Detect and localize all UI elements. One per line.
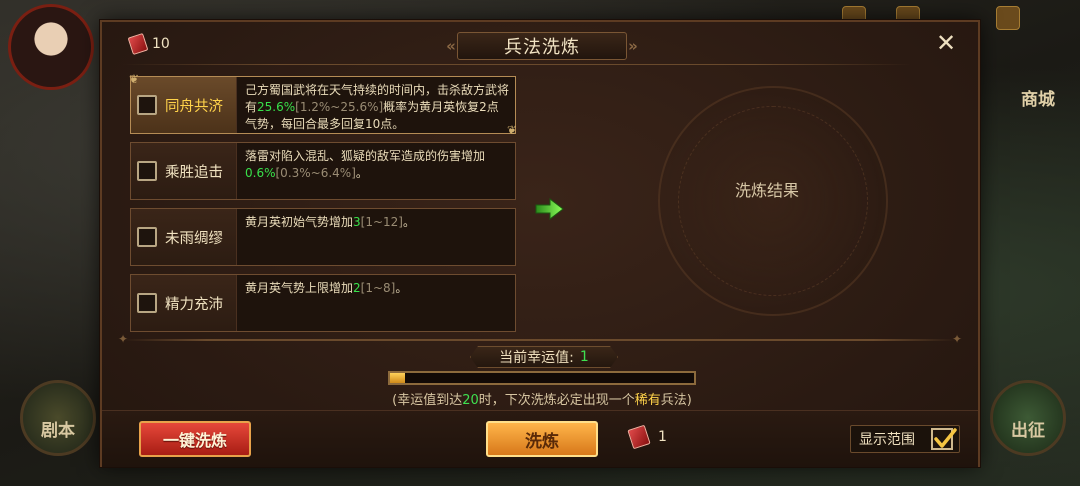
skill-name-cell: 精力充沛 bbox=[131, 275, 237, 331]
skill-description: 己方蜀国武将在天气持续的时间内，击杀敌方武将有25.6%[1.2%~25.6%]… bbox=[237, 77, 515, 133]
skill-value: 3 bbox=[353, 215, 361, 229]
title-ornament-right-icon: » bbox=[628, 37, 638, 55]
header-divider bbox=[122, 64, 912, 65]
skill-name-cell: 未雨绸缪 bbox=[131, 209, 237, 265]
refine-result-panel: 洗炼结果 bbox=[602, 78, 932, 328]
scroll-item-icon bbox=[127, 32, 149, 56]
luck-label-text: 当前幸运值: bbox=[499, 350, 574, 366]
march-button: 出征 bbox=[990, 380, 1066, 456]
scroll-count-value: 10 bbox=[152, 36, 170, 52]
dialog-title: 兵法洗炼 bbox=[457, 32, 627, 60]
skill-row[interactable]: 未雨绸缪 黄月英初始气势增加3[1~12]。 bbox=[130, 208, 516, 266]
luck-value: 1 bbox=[579, 349, 589, 365]
skill-name: 精力充沛 bbox=[165, 296, 223, 313]
skill-name: 乘胜追击 bbox=[165, 164, 223, 181]
skill-range: [1.2%~25.6%] bbox=[295, 100, 384, 114]
skill-desc-text: 。 bbox=[395, 281, 408, 295]
skill-name-cell: 同舟共济 bbox=[131, 77, 237, 133]
arrow-right-icon bbox=[535, 198, 564, 220]
skill-list: ❦ 同舟共济 己方蜀国武将在天气持续的时间内，击杀敌方武将有25.6%[1.2%… bbox=[129, 72, 517, 340]
skill-range: [0.3%~6.4%] bbox=[275, 166, 356, 180]
checkmark-icon bbox=[934, 428, 957, 448]
luck-tip-threshold: 20 bbox=[462, 393, 479, 408]
dragon-emblem-icon bbox=[658, 86, 888, 316]
cost-count: 1 bbox=[658, 429, 667, 445]
show-range-checkbox[interactable] bbox=[931, 428, 957, 450]
skill-row[interactable]: 乘胜追击 落雷对陷入混乱、狐疑的敌军造成的伤害增加 0.6%[0.3%~6.4%]… bbox=[130, 142, 516, 200]
skill-desc-text: 。 bbox=[355, 166, 368, 180]
luck-tip-text: (幸运值到达 bbox=[392, 393, 463, 408]
luck-progress-fill bbox=[390, 373, 406, 383]
skill-description: 落雷对陷入混乱、狐疑的敌军造成的伤害增加 0.6%[0.3%~6.4%]。 bbox=[237, 143, 515, 199]
show-range-label: 显示范围 bbox=[859, 432, 915, 448]
skill-lock-checkbox[interactable] bbox=[137, 161, 157, 181]
action-bar: 一键洗炼 洗炼 1 显示范围 bbox=[102, 410, 978, 467]
skill-name: 同舟共济 bbox=[165, 98, 223, 115]
scroll-counter: 10 bbox=[127, 32, 170, 56]
skill-desc-text: 。 bbox=[402, 215, 415, 229]
refine-button[interactable]: 洗炼 bbox=[486, 421, 598, 457]
luck-value-label: 当前幸运值: 1 bbox=[470, 346, 618, 368]
one-click-refine-button[interactable]: 一键洗炼 bbox=[139, 421, 251, 457]
skill-range: [1~12] bbox=[360, 215, 403, 229]
skill-lock-checkbox[interactable] bbox=[137, 227, 157, 247]
corner-ornament-icon: ❦ bbox=[129, 72, 140, 86]
player-avatar bbox=[8, 4, 94, 90]
shop-button: 商城 bbox=[1021, 90, 1055, 110]
skill-value: 25.6% bbox=[257, 100, 296, 114]
skill-desc-text: 落雷对陷入混乱、狐疑的敌军造成的伤害增加 bbox=[245, 149, 486, 163]
divider-ornament-icon: ✦ bbox=[951, 332, 962, 346]
luck-tip-text: 兵法) bbox=[660, 393, 692, 408]
skill-lock-checkbox[interactable] bbox=[137, 95, 157, 115]
result-label: 洗炼结果 bbox=[734, 181, 799, 200]
show-range-toggle[interactable]: 显示范围 bbox=[850, 425, 960, 453]
skill-name: 未雨绸缪 bbox=[165, 230, 223, 247]
luck-tip-text: 时，下次洗炼必定出现一个 bbox=[478, 393, 635, 408]
luck-tip: (幸运值到达20时，下次洗炼必定出现一个稀有兵法) bbox=[342, 389, 742, 408]
dialog-header: 10 « 兵法洗炼 » ✕ bbox=[102, 22, 978, 66]
scroll-item-icon bbox=[627, 424, 651, 450]
close-icon[interactable]: ✕ bbox=[934, 30, 958, 56]
skill-name-cell: 乘胜追击 bbox=[131, 143, 237, 199]
skill-description: 黄月英气势上限增加2[1~8]。 bbox=[237, 275, 515, 331]
luck-tip-rare: 稀有 bbox=[634, 393, 661, 408]
skill-refine-dialog: 10 « 兵法洗炼 » ✕ ❦ 同舟共济 己方蜀国武将在天气持续的时间内，击杀敌… bbox=[100, 20, 980, 467]
section-divider bbox=[124, 339, 956, 341]
skill-description: 黄月英初始气势增加3[1~12]。 bbox=[237, 209, 515, 265]
skill-desc-text: 黄月英气势上限增加 bbox=[245, 281, 354, 295]
skill-row[interactable]: 精力充沛 黄月英气势上限增加2[1~8]。 bbox=[130, 274, 516, 332]
skill-value: 2 bbox=[353, 281, 361, 295]
luck-progress-bar bbox=[388, 371, 696, 385]
refine-cost: 1 bbox=[627, 424, 667, 450]
script-button: 剧本 bbox=[20, 380, 96, 456]
skill-row[interactable]: ❦ 同舟共济 己方蜀国武将在天气持续的时间内，击杀敌方武将有25.6%[1.2%… bbox=[129, 72, 517, 137]
skill-lock-checkbox[interactable] bbox=[137, 293, 157, 313]
skill-range: [1~8] bbox=[360, 281, 396, 295]
skill-value: 0.6% bbox=[245, 166, 276, 180]
skill-desc-text: 黄月英初始气势增加 bbox=[245, 215, 354, 229]
add-resource-icon bbox=[996, 6, 1020, 30]
corner-ornament-icon: ❦ bbox=[506, 123, 517, 137]
